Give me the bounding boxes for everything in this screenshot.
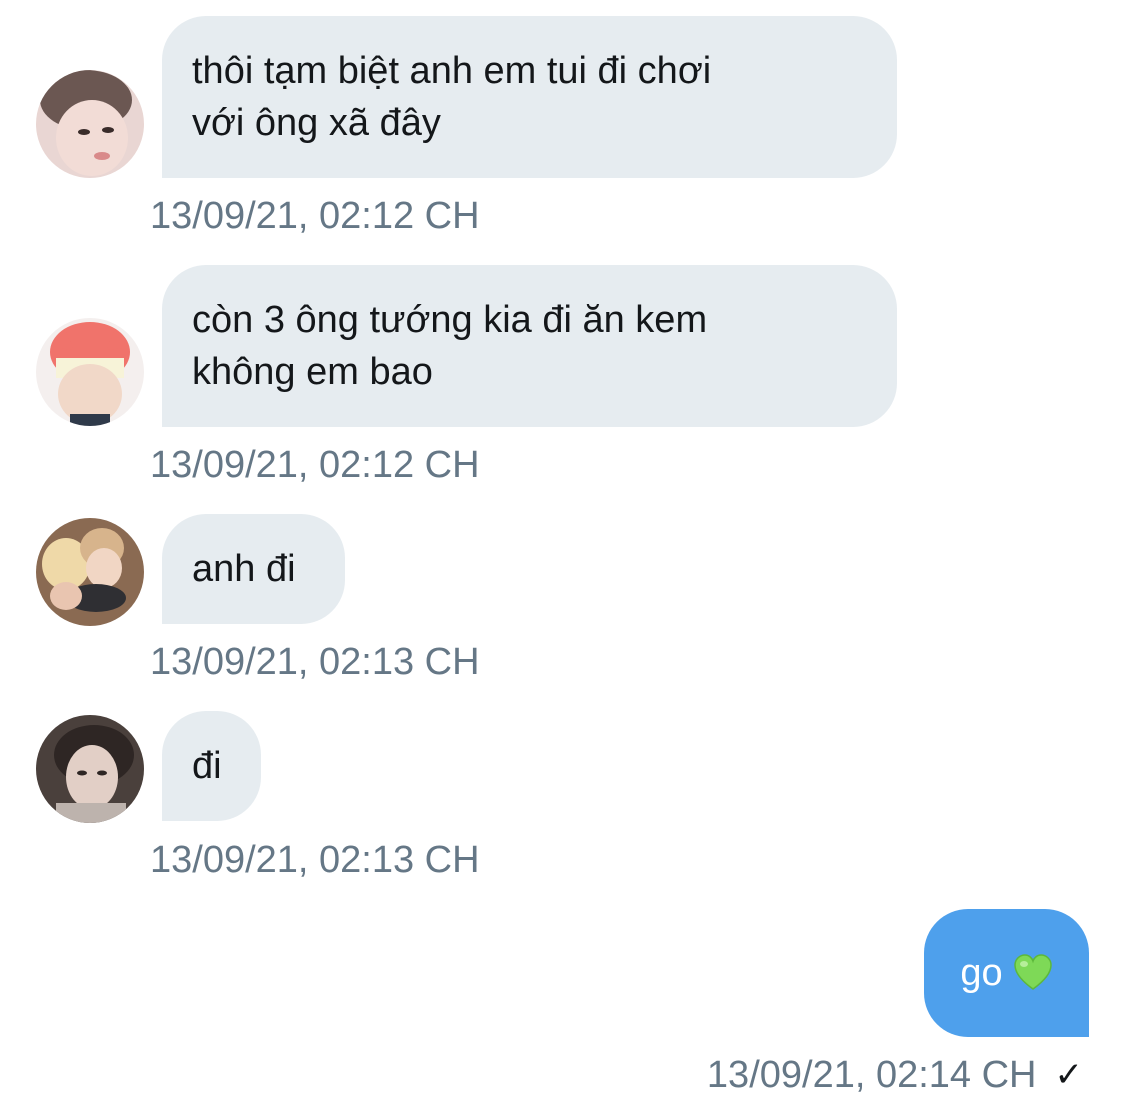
green-heart-icon — [1013, 953, 1053, 993]
message-text: đi — [192, 745, 222, 787]
avatar-photo-icon — [36, 318, 144, 426]
outgoing-message-bubble[interactable]: go — [924, 909, 1089, 1037]
sender-avatar[interactable] — [36, 70, 144, 178]
message-timestamp: 13/09/21, 02:13 CH — [150, 641, 480, 683]
sender-avatar[interactable] — [36, 715, 144, 823]
message-text: thôi tạm biệt anh em tui đi chơi với ông… — [192, 50, 712, 144]
outgoing-message-meta: 13/09/21, 02:14 CH ✓ — [707, 1053, 1083, 1097]
message-bubble[interactable]: anh đi — [162, 514, 345, 624]
message-text: go — [960, 951, 1003, 994]
message-bubble[interactable]: đi — [162, 711, 261, 821]
avatar-photo-icon — [36, 518, 144, 626]
sender-avatar[interactable] — [36, 518, 144, 626]
message-timestamp: 13/09/21, 02:13 CH — [150, 839, 480, 881]
message-timestamp: 13/09/21, 02:12 CH — [150, 444, 480, 486]
message-text: anh đi — [192, 548, 296, 590]
avatar-photo-icon — [36, 70, 144, 178]
avatar-photo-icon — [36, 715, 144, 823]
message-bubble[interactable]: thôi tạm biệt anh em tui đi chơi với ông… — [162, 16, 897, 178]
sender-avatar[interactable] — [36, 318, 144, 426]
message-bubble[interactable]: còn 3 ông tướng kia đi ăn kem không em b… — [162, 265, 897, 427]
message-timestamp: 13/09/21, 02:12 CH — [150, 195, 480, 237]
sent-check-icon: ✓ — [1054, 1056, 1084, 1094]
message-text: còn 3 ông tướng kia đi ăn kem không em b… — [192, 299, 708, 393]
message-timestamp: 13/09/21, 02:14 CH — [706, 1054, 1037, 1096]
